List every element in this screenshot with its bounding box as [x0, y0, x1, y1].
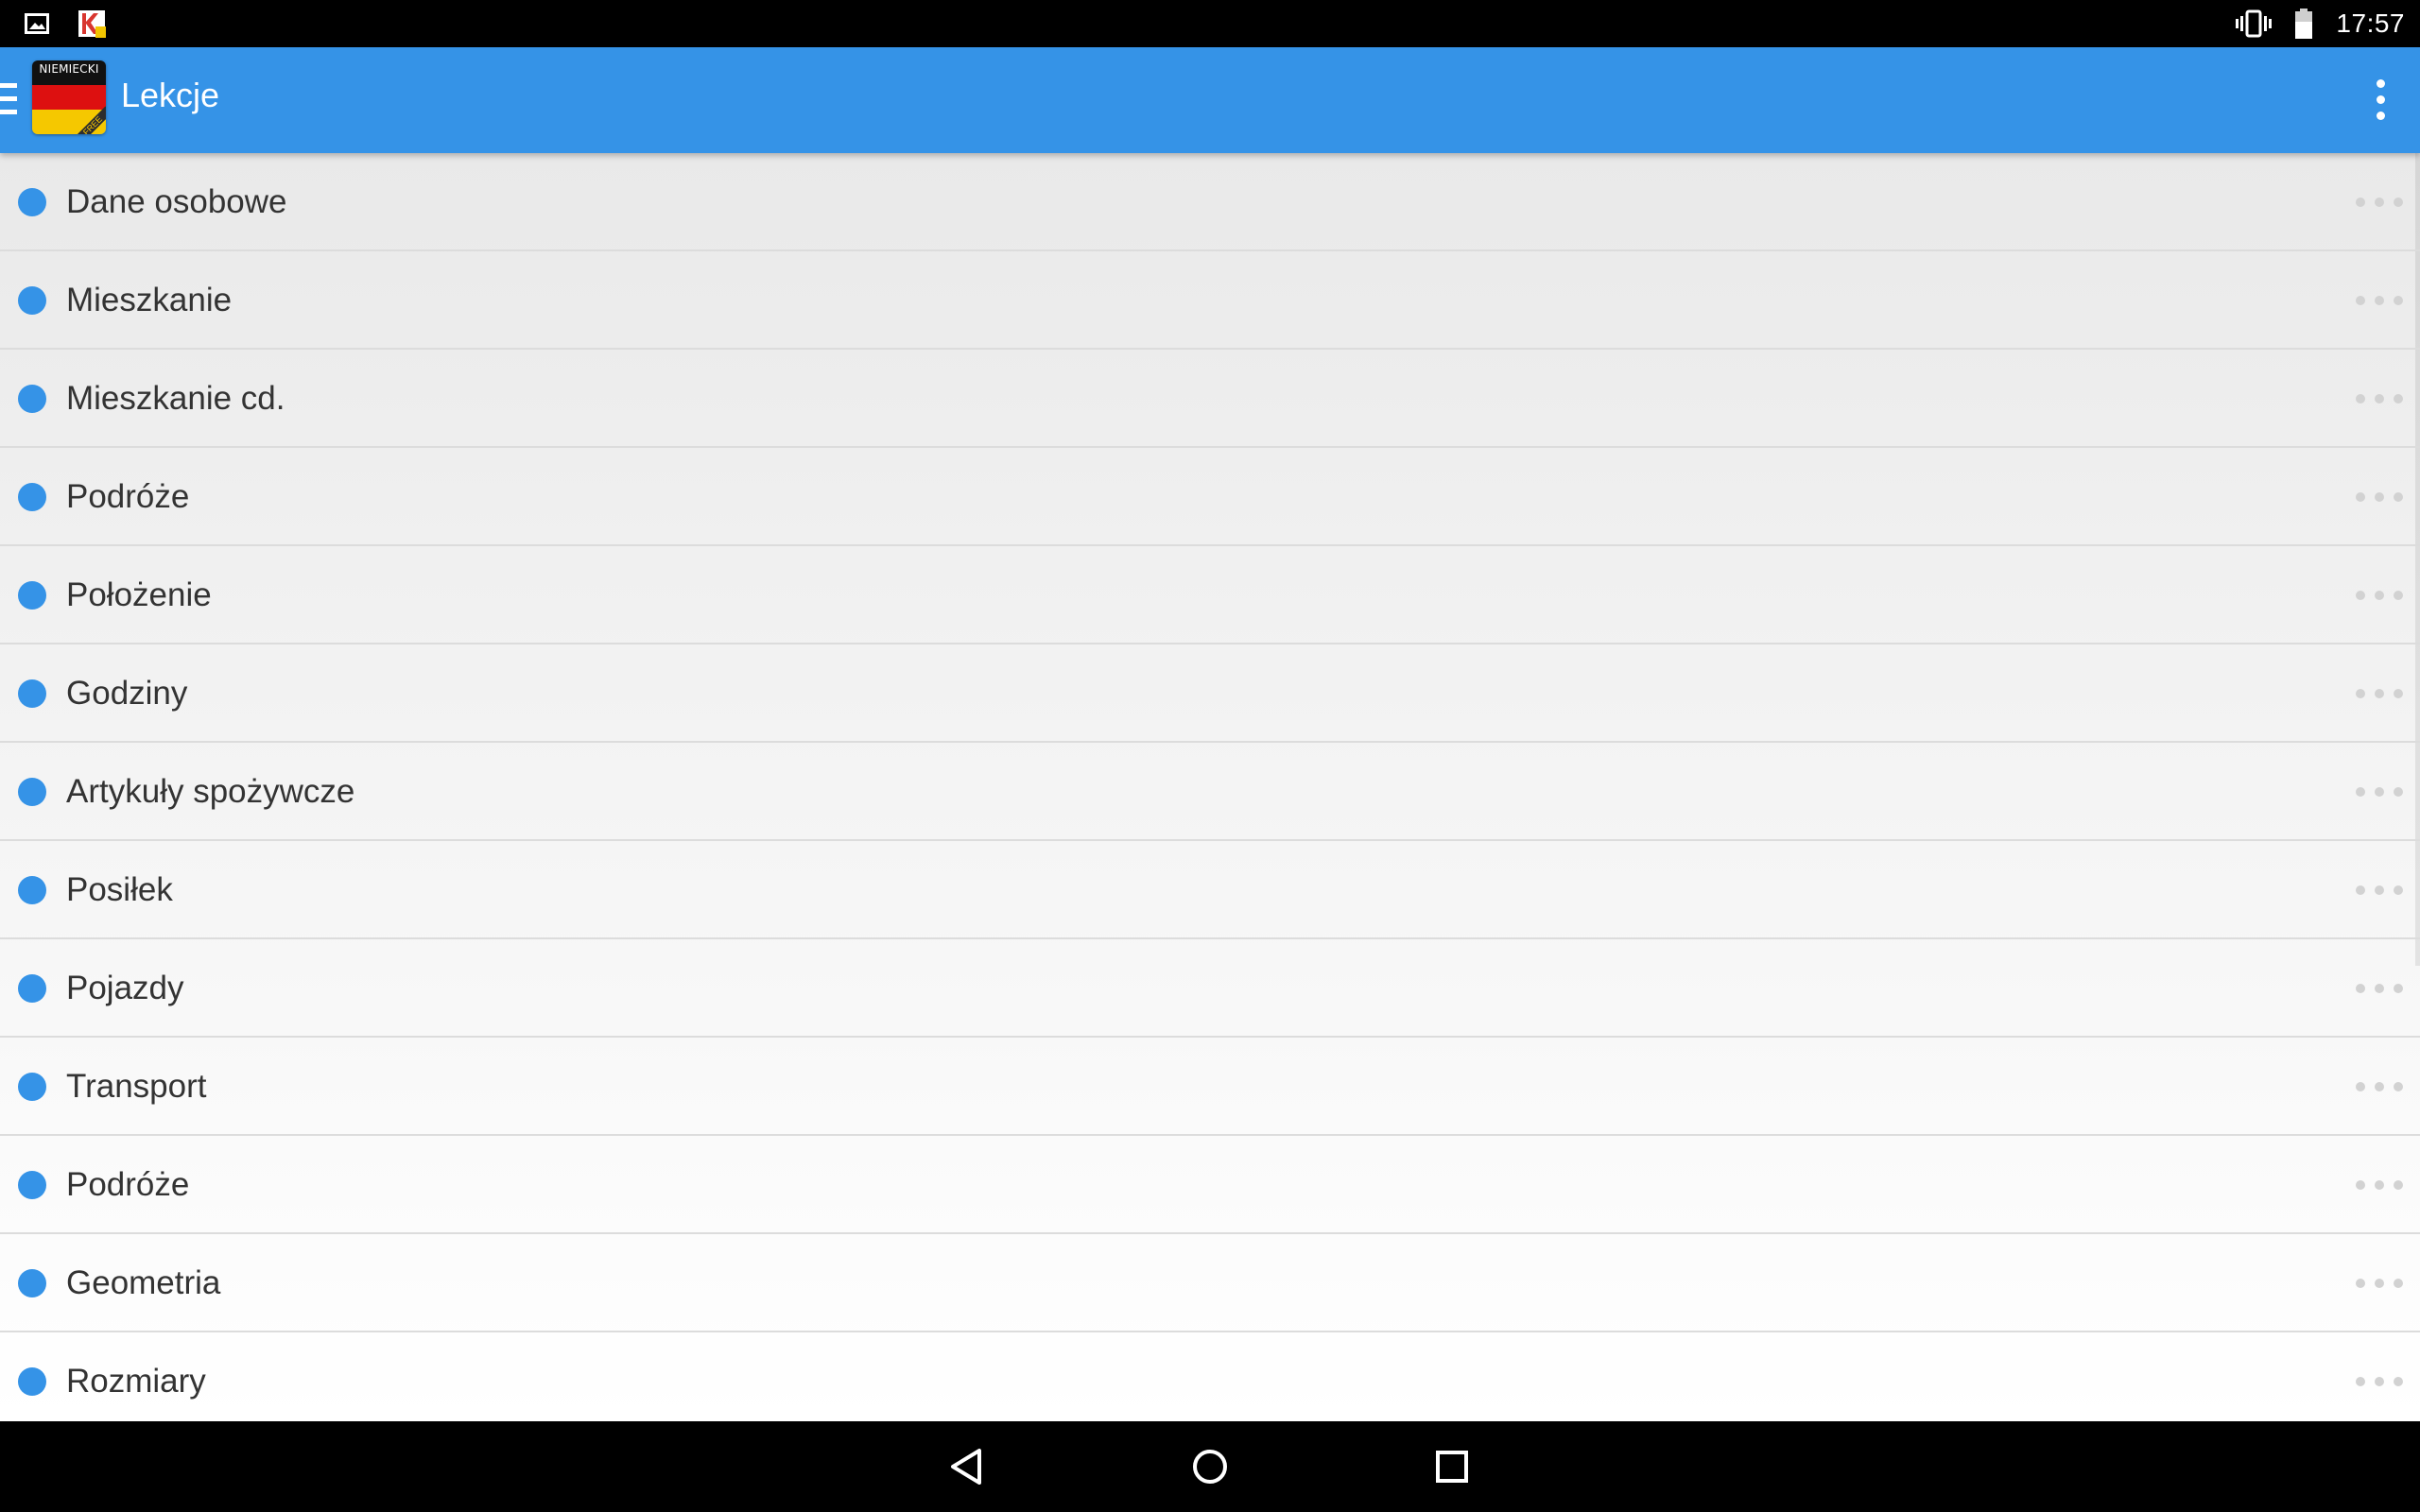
more-horiz-icon[interactable] — [2356, 591, 2403, 600]
more-horiz-icon[interactable] — [2356, 1180, 2403, 1190]
list-item-label: Geometria — [66, 1264, 221, 1301]
list-item-label: Posiłek — [66, 871, 173, 908]
clock: 17:57 — [2336, 9, 2405, 38]
more-horiz-icon[interactable] — [2356, 885, 2403, 895]
vibrate-icon — [2236, 9, 2273, 38]
more-horiz-icon[interactable] — [2356, 1082, 2403, 1091]
list-item-label: Dane osobowe — [66, 183, 287, 220]
more-horiz-icon[interactable] — [2356, 198, 2403, 207]
bullet-dot-icon — [18, 1367, 46, 1396]
page-title: Lekcje — [121, 76, 220, 114]
lesson-list[interactable]: Dane osobowe Mieszkanie Mieszkanie cd. Podr… — [0, 153, 2420, 1421]
system-icons: 17:57 — [2236, 8, 2405, 40]
more-horiz-icon[interactable] — [2356, 394, 2403, 404]
list-item-label: Mieszkanie cd. — [66, 380, 285, 417]
recents-icon[interactable] — [1431, 1446, 1473, 1487]
more-horiz-icon[interactable] — [2356, 1279, 2403, 1288]
list-item[interactable]: Rozmiary — [0, 1332, 2420, 1421]
notification-icons — [25, 9, 108, 38]
kaspersky-icon — [78, 10, 106, 38]
more-vert-icon[interactable] — [2377, 79, 2386, 121]
hamburger-icon[interactable] — [0, 83, 19, 115]
more-horiz-icon[interactable] — [2356, 787, 2403, 797]
list-item-label: Godziny — [66, 675, 188, 712]
list-item[interactable]: Dane osobowe — [0, 153, 2420, 251]
battery-icon — [2295, 9, 2313, 39]
list-item-label: Mieszkanie — [66, 282, 233, 318]
app-bar: NIEMIECKI FREE Lekcje — [0, 47, 2420, 153]
list-item[interactable]: Godziny — [0, 644, 2420, 743]
list-item[interactable]: Posiłek — [0, 841, 2420, 939]
list-item-label: Artykuły spożywcze — [66, 773, 355, 810]
image-icon — [25, 13, 49, 34]
bullet-dot-icon — [18, 778, 46, 806]
more-horiz-icon[interactable] — [2356, 984, 2403, 993]
navigation-bar — [0, 1421, 2420, 1512]
back-icon[interactable] — [947, 1446, 989, 1487]
status-bar: 17:57 — [0, 0, 2420, 47]
more-horiz-icon[interactable] — [2356, 1377, 2403, 1386]
app-logo[interactable]: NIEMIECKI FREE — [32, 60, 106, 134]
bullet-dot-icon — [18, 188, 46, 216]
more-horiz-icon[interactable] — [2356, 492, 2403, 502]
list-item[interactable]: Podróże — [0, 1136, 2420, 1234]
list-item[interactable]: Pojazdy — [0, 939, 2420, 1038]
list-item[interactable]: Podróże — [0, 448, 2420, 546]
list-item[interactable]: Geometria — [0, 1234, 2420, 1332]
list-item-label: Położenie — [66, 576, 212, 613]
list-item[interactable]: Mieszkanie cd. — [0, 350, 2420, 448]
bullet-dot-icon — [18, 1171, 46, 1199]
more-horiz-icon[interactable] — [2356, 296, 2403, 305]
list-item-label: Transport — [66, 1068, 207, 1105]
logo-brand-text: NIEMIECKI — [39, 62, 99, 76]
home-icon[interactable] — [1189, 1446, 1231, 1487]
bullet-dot-icon — [18, 1073, 46, 1101]
list-item-label: Rozmiary — [66, 1363, 206, 1400]
bullet-dot-icon — [18, 385, 46, 413]
list-item[interactable]: Transport — [0, 1038, 2420, 1136]
bullet-dot-icon — [18, 876, 46, 904]
list-item[interactable]: Artykuły spożywcze — [0, 743, 2420, 841]
list-item-label: Pojazdy — [66, 970, 184, 1006]
list-item-label: Podróże — [66, 1166, 190, 1203]
list-item-label: Podróże — [66, 478, 190, 515]
more-horiz-icon[interactable] — [2356, 689, 2403, 698]
bullet-dot-icon — [18, 483, 46, 511]
bullet-dot-icon — [18, 974, 46, 1003]
list-item[interactable]: Mieszkanie — [0, 251, 2420, 350]
bullet-dot-icon — [18, 581, 46, 610]
list-item[interactable]: Położenie — [0, 546, 2420, 644]
bullet-dot-icon — [18, 286, 46, 315]
bullet-dot-icon — [18, 1269, 46, 1297]
bullet-dot-icon — [18, 679, 46, 708]
